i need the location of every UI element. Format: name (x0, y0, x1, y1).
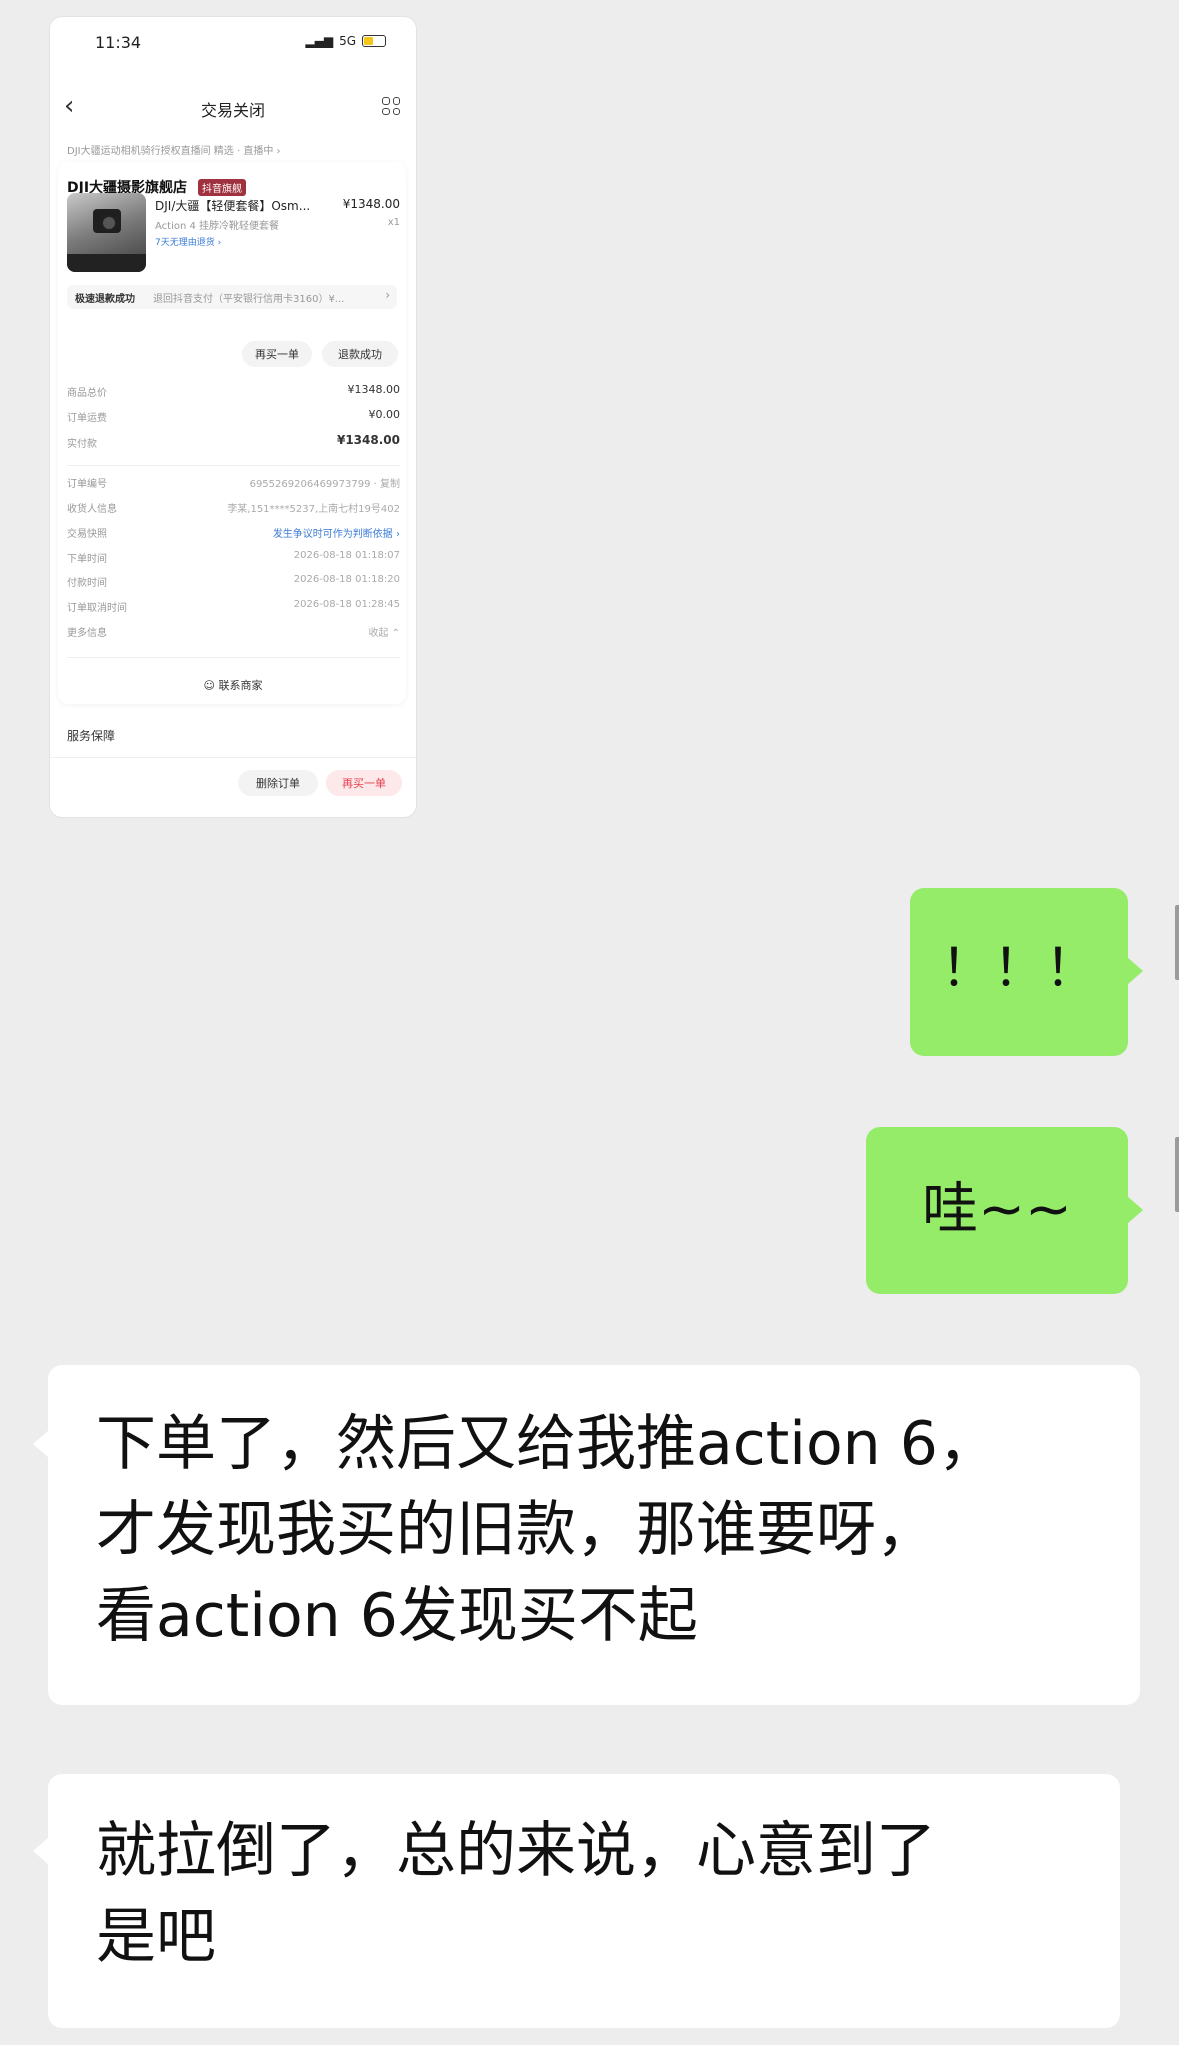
avatar[interactable] (1175, 905, 1179, 980)
divider (67, 657, 400, 658)
refund-label: 极速退款成功 (75, 294, 135, 305)
lens-icon (101, 215, 117, 231)
contact-merchant-button[interactable]: ☺ 联系商家 (50, 677, 416, 693)
refund-detail: 退回抖音支付（平安银行信用卡3160）¥... (153, 294, 345, 305)
info-row-label: 订单编号 (67, 479, 107, 490)
shared-screenshot-message[interactable]: 11:34 ▂▄▆ 5G ‹ 交易关闭 DJI大疆运动相机骑行授权直播间 精选 … (50, 17, 416, 817)
buy-again-bottom-button[interactable]: 再买一单 (326, 770, 402, 796)
message-line: 下单了，然后又给我推action 6， (96, 1409, 998, 1479)
outgoing-message-bubble[interactable]: 哇~~ (866, 1127, 1128, 1294)
product-thumbnail[interactable] (67, 193, 146, 272)
more-grid-icon[interactable] (382, 97, 400, 115)
buy-again-button[interactable]: 再买一单 (242, 341, 312, 367)
info-row-value: 2026-08-18 01:28:45 (293, 599, 400, 610)
price-row-value: ¥1348.00 (336, 433, 400, 447)
bubble-tail (33, 1430, 49, 1458)
refund-success-button[interactable]: 退款成功 (322, 341, 398, 367)
breadcrumb[interactable]: DJI大疆运动相机骑行授权直播间 精选 · 直播中 › (67, 142, 281, 157)
message-text: 哇~~ (922, 1177, 1072, 1242)
incoming-message-bubble[interactable]: 就拉倒了，总的来说，心意到了 是吧 (48, 1774, 1120, 2028)
delete-order-button[interactable]: 删除订单 (238, 770, 318, 796)
return-policy-tag[interactable]: 7天无理由退货 › (155, 235, 221, 248)
info-row-value[interactable]: 发生争议时可作为判断依据 › (273, 525, 400, 540)
signal-icon: ▂▄▆ (305, 34, 334, 48)
product-spec: Action 4 挂脖冷靴轻便套餐 (155, 221, 280, 232)
message-text: ！！！ (940, 939, 1097, 999)
product-quantity: x1 (387, 217, 400, 228)
bubble-tail (33, 1837, 49, 1865)
price-row-label: 实付款 (67, 439, 97, 450)
info-row-label: 交易快照 (67, 529, 107, 540)
status-bar-time: 11:34 (95, 33, 142, 52)
info-row-label: 下单时间 (67, 554, 107, 565)
page-title: 交易关闭 (200, 101, 265, 120)
divider (67, 465, 400, 466)
price-row-value: ¥0.00 (368, 408, 401, 421)
message-line: 才发现我买的旧款，那谁要呀， (96, 1495, 936, 1565)
product-price: ¥1348.00 (342, 197, 400, 211)
info-row-value: 2026-08-18 01:18:07 (293, 550, 400, 561)
info-row-label: 收货人信息 (67, 504, 117, 515)
info-row-value: 李某,151****5237,上南七村19号402 (227, 504, 400, 515)
battery-icon (362, 35, 386, 47)
store-badge: 抖音旗舰 (198, 179, 246, 196)
message-line: 就拉倒了，总的来说，心意到了 (96, 1816, 936, 1886)
avatar[interactable] (1175, 1137, 1179, 1212)
info-row-label: 更多信息 (67, 628, 107, 639)
contact-label: 联系商家 (218, 679, 263, 692)
chevron-right-icon: › (385, 288, 390, 302)
incoming-message-bubble[interactable]: 下单了，然后又给我推action 6， 才发现我买的旧款，那谁要呀， 看acti… (48, 1365, 1140, 1705)
bubble-tail (1127, 957, 1143, 985)
info-row-label: 订单取消时间 (67, 603, 127, 614)
price-row-label: 商品总价 (67, 388, 107, 399)
price-row-label: 订单运费 (67, 413, 107, 424)
price-row-value: ¥1348.00 (347, 383, 401, 396)
message-line: 看action 6发现买不起 (96, 1581, 698, 1651)
product-name[interactable]: DJI/大疆【轻便套餐】Osm... (155, 197, 310, 214)
network-label: 5G (339, 34, 356, 48)
info-row-value: 2026-08-18 01:18:20 (293, 574, 400, 585)
info-row-value[interactable]: 收起 ⌃ (368, 624, 400, 639)
divider (50, 757, 416, 758)
info-row-label: 付款时间 (67, 578, 107, 589)
info-row-value[interactable]: 6955269206469973799 · 复制 (250, 475, 400, 490)
status-bar-indicators: ▂▄▆ 5G (305, 34, 386, 48)
chat-icon: ☺ (203, 679, 215, 692)
message-line: 是吧 (96, 1902, 216, 1972)
outgoing-message-bubble[interactable]: ！！！ (910, 888, 1128, 1056)
bubble-tail (1127, 1196, 1143, 1224)
service-guarantee-label: 服务保障 (67, 729, 116, 743)
